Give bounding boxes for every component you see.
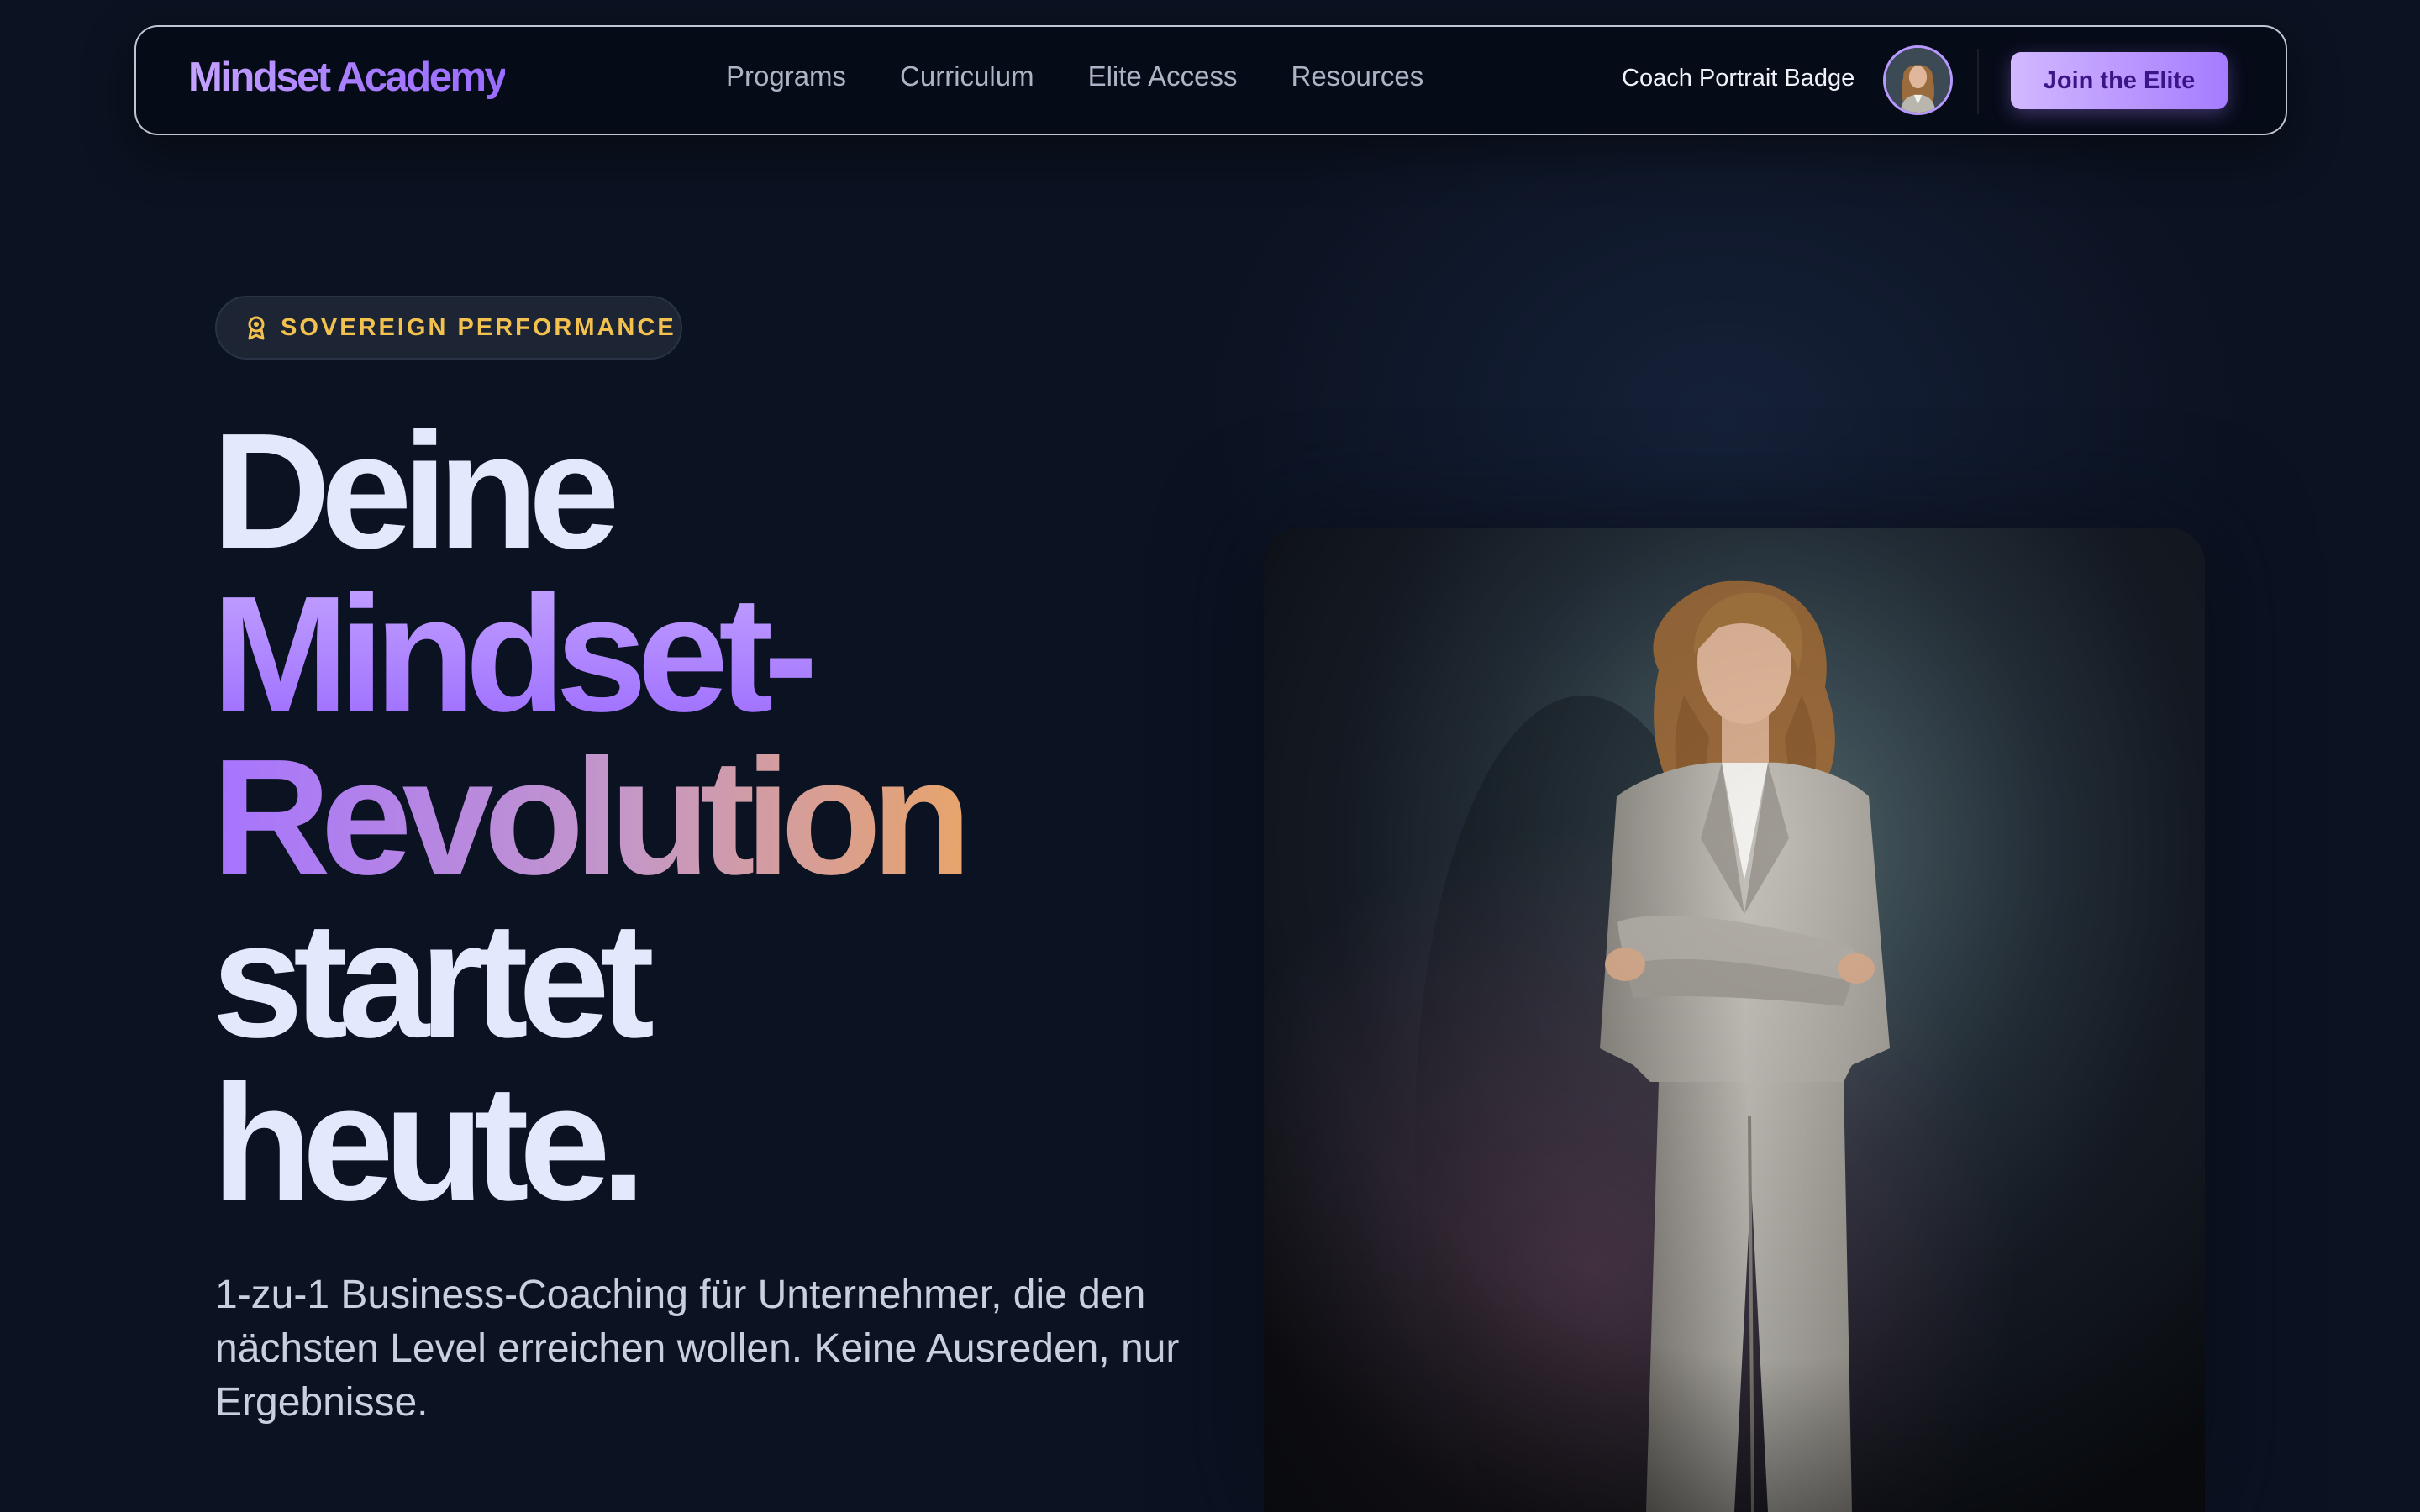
headline-line-5: heute. xyxy=(212,1051,646,1235)
brand-logo[interactable]: Mindset Academy xyxy=(188,54,508,101)
hero-headline: Deine Mindset- Revolution startet heute. xyxy=(212,399,972,1235)
performance-badge: SOVEREIGN PERFORMANCE xyxy=(215,296,682,360)
nav-link-curriculum[interactable]: Curriculum xyxy=(900,60,1034,92)
headline-line-4: startet xyxy=(212,888,655,1072)
nav-links: Programs Curriculum Elite Access Resourc… xyxy=(726,60,1423,92)
headline-line-3: Revolution xyxy=(212,725,972,909)
nav-link-elite-access[interactable]: Elite Access xyxy=(1088,60,1238,92)
coach-avatar[interactable] xyxy=(1883,45,1953,115)
landing-page: Mindset Academy Programs Curriculum Elit… xyxy=(0,0,2420,1512)
coach-portrait-label: Coach Portrait Badge xyxy=(1622,65,1855,92)
badge-label: SOVEREIGN PERFORMANCE xyxy=(281,313,676,341)
award-ribbon-icon xyxy=(248,316,265,340)
headline-line-1: Deine xyxy=(212,399,620,583)
hero-subtext: 1-zu-1 Business-Coaching für Unternehmer… xyxy=(215,1273,1180,1425)
join-elite-button[interactable]: Join the Elite xyxy=(2011,52,2228,109)
avatar-image xyxy=(1886,48,1950,113)
coach-portrait-photo xyxy=(1264,528,2205,1512)
nav-link-programs[interactable]: Programs xyxy=(726,60,846,92)
nav-link-resources[interactable]: Resources xyxy=(1292,60,1424,92)
top-navigation: Mindset Academy Programs Curriculum Elit… xyxy=(134,25,2287,135)
coach-illustration xyxy=(1264,528,2205,1512)
nav-divider xyxy=(1977,49,1979,114)
headline-line-2: Mindset- xyxy=(212,572,962,737)
